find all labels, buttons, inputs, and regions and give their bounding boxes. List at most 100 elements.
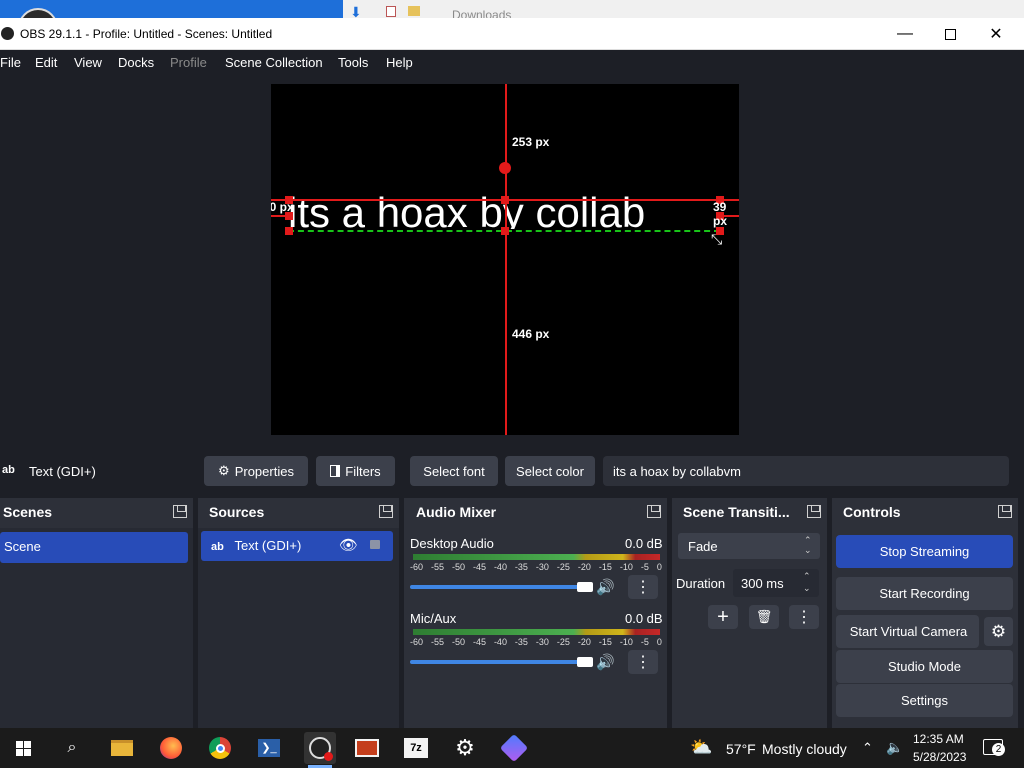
desktop-audio-label: Desktop Audio: [410, 536, 494, 551]
mic-aux-meter: [413, 629, 660, 635]
add-transition-button[interactable]: +: [708, 605, 738, 629]
notification-count: 2: [992, 743, 1005, 756]
volume-icon[interactable]: 🔈: [886, 739, 903, 756]
minimize-button[interactable]: —: [882, 18, 928, 50]
rotation-handle[interactable]: [499, 162, 511, 174]
menu-docks[interactable]: Docks: [118, 55, 154, 70]
virtual-camera-settings-button[interactable]: ⚙: [984, 617, 1013, 646]
preview-canvas[interactable]: its a hoax by collab ⤡ 253 px 40 px 39 p…: [271, 84, 739, 435]
maximize-button[interactable]: [927, 18, 973, 50]
clipboard-icon: [386, 6, 396, 17]
text-source-icon: ab: [2, 464, 15, 476]
menu-edit[interactable]: Edit: [35, 55, 57, 70]
remove-transition-button[interactable]: 🗑: [749, 605, 779, 629]
weather-cloudy-icon[interactable]: ⛅: [690, 737, 712, 758]
gear-icon: ⚙: [990, 621, 1007, 641]
scene-transitions-dock: Scene Transiti... Fade ⌃ ⌄ Duration 300 m…: [672, 498, 827, 730]
start-recording-button[interactable]: Start Recording: [836, 577, 1013, 610]
close-button[interactable]: ✕: [973, 18, 1019, 50]
stop-streaming-button[interactable]: Stop Streaming: [836, 535, 1013, 568]
desktop-audio-volume-slider[interactable]: [410, 585, 592, 589]
weather-description[interactable]: Mostly cloudy: [762, 741, 847, 757]
source-text-input[interactable]: its a hoax by collabvm: [603, 456, 1009, 486]
obs-taskbar-icon[interactable]: [304, 732, 336, 764]
resize-handle-top[interactable]: [501, 196, 509, 204]
select-font-button[interactable]: Select font: [410, 456, 498, 486]
studio-mode-button[interactable]: Studio Mode: [836, 650, 1013, 683]
scenes-dock: Scenes Scene: [0, 498, 193, 730]
mic-aux-label: Mic/Aux: [410, 611, 457, 626]
sources-dock: Sources ab Text (GDI+) 👁: [198, 498, 399, 730]
duration-spinbox[interactable]: 300 ms ⌃ ⌄: [733, 569, 819, 597]
clock-time[interactable]: 12:35 AM: [913, 732, 964, 746]
window-title: OBS 29.1.1 - Profile: Untitled - Scenes:…: [20, 27, 273, 41]
windows-start-icon[interactable]: [10, 735, 36, 761]
file-explorer-icon[interactable]: [109, 735, 135, 761]
undock-icon[interactable]: [807, 505, 821, 518]
properties-button[interactable]: ⚙ Properties: [204, 456, 308, 486]
clock-date[interactable]: 5/28/2023: [913, 750, 966, 764]
powershell-icon[interactable]: ❯_: [256, 735, 282, 761]
mic-aux-menu-button[interactable]: ⋮: [628, 650, 658, 674]
speaker-icon[interactable]: 🔊: [596, 653, 615, 671]
audio-mixer-title: Audio Mixer: [404, 498, 667, 526]
duration-label: Duration: [676, 576, 726, 591]
sources-list[interactable]: ab Text (GDI+) 👁: [198, 528, 399, 730]
eye-visibility-icon[interactable]: 👁: [339, 536, 358, 554]
scene-transitions-body: Fade ⌃ ⌄ Duration 300 ms ⌃ ⌄ + 🗑 ⋮: [672, 528, 827, 730]
audio-mixer-body: Desktop Audio 0.0 dB -60 -55 -50 -45 -40 -35-…: [404, 528, 667, 730]
menu-view[interactable]: View: [74, 55, 102, 70]
chevron-up-icon[interactable]: ⌃: [862, 740, 873, 756]
desktop-audio-volume-knob[interactable]: [576, 582, 593, 592]
close-icon: ✕: [989, 26, 1003, 43]
start-virtual-camera-button[interactable]: Start Virtual Camera: [836, 615, 979, 648]
undock-icon[interactable]: [173, 505, 187, 518]
trash-icon: 🗑: [755, 609, 773, 624]
menu-tools[interactable]: Tools: [338, 55, 368, 70]
presentation-app-icon[interactable]: [354, 735, 380, 761]
text-source-icon: ab: [211, 541, 224, 553]
folder-icon: [408, 6, 420, 16]
menu-help[interactable]: Help: [386, 55, 413, 70]
mic-aux-volume-knob[interactable]: [576, 657, 593, 667]
title-bar[interactable]: OBS 29.1.1 - Profile: Untitled - Scenes:…: [0, 18, 1024, 50]
transition-select[interactable]: Fade ⌃ ⌄: [678, 533, 820, 559]
desktop-audio-menu-button[interactable]: ⋮: [628, 575, 658, 599]
settings-button[interactable]: Settings: [836, 684, 1013, 717]
lock-icon[interactable]: [370, 540, 380, 549]
source-item[interactable]: ab Text (GDI+) 👁: [201, 531, 393, 561]
menu-scene-collection[interactable]: Scene Collection: [225, 55, 323, 70]
undock-icon[interactable]: [379, 505, 393, 518]
desktop-audio-level: 0.0 dB: [625, 536, 663, 551]
firefox-icon[interactable]: [158, 735, 184, 761]
undock-icon[interactable]: [647, 505, 661, 518]
speaker-icon[interactable]: 🔊: [596, 578, 615, 596]
search-icon[interactable]: ⌕: [59, 735, 85, 761]
spin-arrows-icon[interactable]: ⌃ ⌄: [803, 570, 811, 594]
mic-aux-volume-slider[interactable]: [410, 660, 592, 664]
scene-item[interactable]: Scene: [0, 532, 188, 563]
desktop-audio-meter: [413, 554, 660, 560]
notification-icon[interactable]: 2: [983, 739, 1005, 756]
7zip-icon[interactable]: 7z: [403, 735, 429, 761]
settings-gear-icon[interactable]: ⚙: [452, 735, 478, 761]
vertical-guide-line: [505, 84, 507, 435]
resize-handle-bottom[interactable]: [501, 227, 509, 235]
weather-temperature[interactable]: 57°F: [726, 741, 756, 757]
text-source-preview[interactable]: its a hoax by collab: [288, 192, 645, 229]
menu-profile[interactable]: Profile: [170, 55, 207, 70]
video-app-icon[interactable]: [499, 733, 529, 763]
obs-logo-icon: [1, 27, 14, 40]
menu-bar: File Edit View Docks Profile Scene Colle…: [0, 50, 1024, 76]
menu-file[interactable]: File: [0, 55, 21, 70]
select-color-button[interactable]: Select color: [505, 456, 595, 486]
transition-properties-button[interactable]: ⋮: [789, 605, 819, 629]
chrome-icon[interactable]: [207, 735, 233, 761]
filters-button[interactable]: Filters: [316, 456, 395, 486]
undock-icon[interactable]: [998, 505, 1012, 518]
source-item-name: Text (GDI+): [234, 538, 302, 553]
audio-mixer-dock: Audio Mixer Desktop Audio 0.0 dB -60 -55-…: [404, 498, 667, 730]
scenes-list[interactable]: Scene: [0, 528, 193, 730]
gear-icon: ⚙: [218, 463, 230, 478]
resize-handle-bottom-left[interactable]: [285, 227, 293, 235]
